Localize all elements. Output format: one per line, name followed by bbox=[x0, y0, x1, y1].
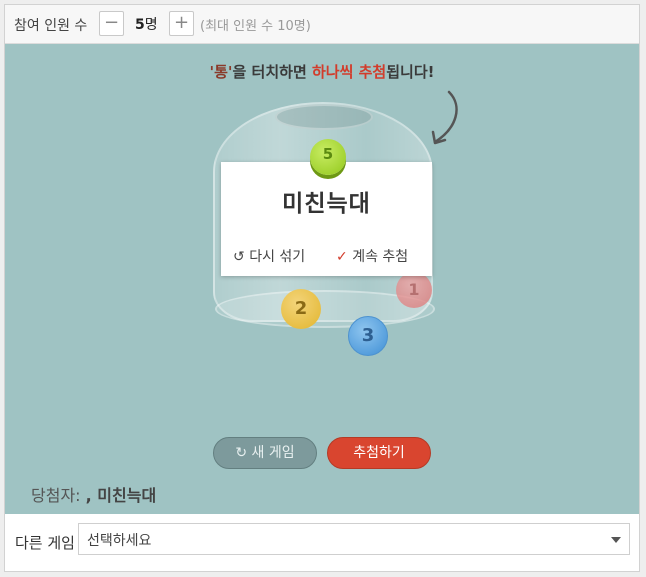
winners-list: , 미친늑대 bbox=[85, 486, 157, 505]
other-game-select[interactable]: 선택하세요 bbox=[78, 523, 630, 555]
continue-label: 계속 추첨 bbox=[352, 249, 409, 265]
winners-label: 당첨자: bbox=[31, 486, 81, 505]
draw-button[interactable]: 추첨하기 bbox=[327, 437, 431, 469]
count-unit: 명 bbox=[144, 17, 158, 33]
participants-label: 참여 인원 수 bbox=[14, 18, 88, 34]
count-value: 5 bbox=[135, 17, 145, 33]
jar-opening bbox=[275, 104, 373, 130]
ball-5: 5 bbox=[310, 139, 346, 175]
participant-count: 5명 bbox=[135, 14, 158, 34]
undo-icon: ↺ bbox=[233, 249, 245, 265]
ball-1: 1 bbox=[396, 272, 432, 308]
participants-bar: 참여 인원 수 − 5명 + (최대 인원 수 10명) bbox=[5, 5, 639, 44]
instruction-part1: 을 터치하면 bbox=[232, 63, 312, 81]
new-game-button[interactable]: ↻ 새 게임 bbox=[213, 437, 317, 469]
ball-2: 2 bbox=[281, 289, 321, 329]
instruction-quote: '통' bbox=[209, 63, 233, 81]
increase-button[interactable]: + bbox=[169, 11, 194, 36]
reshuffle-button[interactable]: ↺ 다시 섞기 bbox=[233, 246, 305, 266]
lottery-widget: 참여 인원 수 − 5명 + (최대 인원 수 10명) '통'을 터치하면 하… bbox=[4, 4, 640, 572]
new-game-label: 새 게임 bbox=[251, 445, 295, 461]
instruction-highlight: 하나씩 추첨 bbox=[311, 63, 387, 81]
chevron-down-icon bbox=[611, 537, 621, 543]
winner-name: 미친늑대 bbox=[282, 191, 371, 217]
draw-stage: '통'을 터치하면 하나씩 추첨됩니다! 1 2 3 미친늑대 ↺ 다시 섞기 … bbox=[5, 44, 639, 514]
continue-draw-button[interactable]: ✓ 계속 추첨 bbox=[336, 246, 408, 266]
ball-3: 3 bbox=[348, 316, 388, 356]
result-card: 미친늑대 ↺ 다시 섞기 ✓ 계속 추첨 bbox=[221, 162, 432, 276]
other-game-bar: 다른 게임 선택하세요 bbox=[5, 515, 639, 571]
refresh-icon: ↻ bbox=[235, 445, 248, 461]
instruction-part2: 됩니다! bbox=[386, 63, 435, 81]
reshuffle-label: 다시 섞기 bbox=[249, 249, 306, 265]
decrease-button[interactable]: − bbox=[99, 11, 124, 36]
max-participants-note: (최대 인원 수 10명) bbox=[200, 19, 311, 34]
other-game-label: 다른 게임 bbox=[15, 534, 75, 552]
instruction-text: '통'을 터치하면 하나씩 추첨됩니다! bbox=[5, 61, 639, 82]
check-icon: ✓ bbox=[336, 249, 348, 265]
winners-line: 당첨자: , 미친늑대 bbox=[31, 482, 156, 506]
select-value: 선택하세요 bbox=[87, 533, 152, 549]
